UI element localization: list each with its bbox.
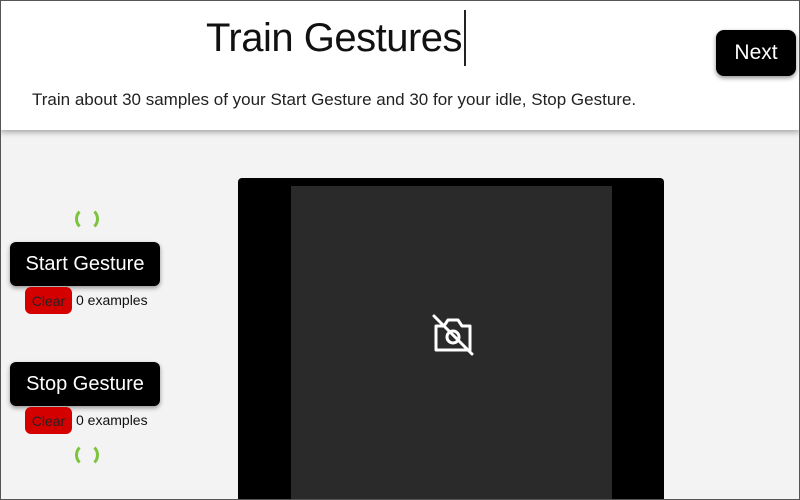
window-border <box>0 0 800 500</box>
